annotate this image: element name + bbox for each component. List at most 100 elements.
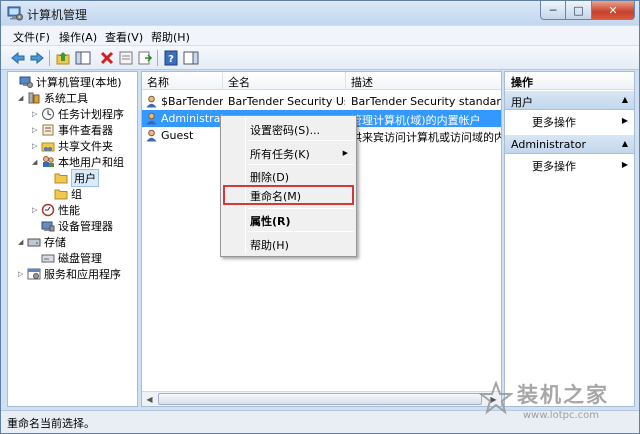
toolbar: ? (1, 46, 639, 70)
minimize-button[interactable]: ─ (540, 1, 566, 20)
collapse-arrow-icon[interactable]: ◢ (32, 158, 41, 166)
tree-item-services-applications[interactable]: ▷ 服务和应用程序 (18, 266, 121, 282)
users-group-icon (43, 156, 54, 167)
column-divider[interactable] (345, 72, 346, 90)
maximize-button[interactable]: □ (566, 1, 592, 20)
expand-arrow-icon[interactable]: ▷ (32, 110, 41, 118)
rename-highlight-box (223, 185, 354, 205)
tree-label: 性能 (58, 204, 80, 217)
export-list-icon[interactable] (136, 49, 154, 67)
column-divider[interactable] (222, 72, 223, 90)
menu-action[interactable]: 操作(A) (59, 29, 97, 45)
collapse-arrow-icon[interactable]: ◢ (18, 238, 27, 246)
collapse-arrow-icon[interactable]: ◢ (18, 94, 27, 102)
computer-management-icon (7, 6, 23, 21)
close-button[interactable]: ✕ (592, 1, 635, 20)
tree-item-computer-management[interactable]: 计算机管理(本地) (10, 74, 122, 90)
column-header-name[interactable]: 名称 (147, 74, 169, 90)
tree-label: 设备管理器 (58, 220, 113, 233)
watermark: 装机之家 www.lotpc.com (477, 377, 637, 433)
disk-icon (41, 254, 55, 263)
tree-item-storage[interactable]: ◢ 存储 (18, 234, 66, 250)
show-hide-action-pane-icon[interactable] (182, 49, 200, 67)
menu-item-delete[interactable]: 删除(D) (250, 169, 289, 185)
event-viewer-icon (42, 124, 54, 136)
device-manager-icon (41, 221, 55, 232)
tree-item-shared-folders[interactable]: ▷ 共享文件夹 (32, 138, 113, 154)
row-description: 管理计算机(域)的内置帐户 (351, 114, 481, 127)
more-actions-users[interactable]: 更多操作 (532, 114, 576, 130)
menu-item-help[interactable]: 帮助(H) (250, 237, 289, 253)
window-controls: ─ □ ✕ (540, 1, 635, 20)
collapse-section-icon[interactable]: ▲ (622, 95, 628, 104)
tree-item-device-manager[interactable]: 设备管理器 (41, 218, 113, 234)
expand-arrow-icon[interactable]: ▷ (32, 126, 41, 134)
tree-item-task-scheduler[interactable]: ▷ 任务计划程序 (32, 106, 124, 122)
menu-bar: 文件(F) 操作(A) 查看(V) 帮助(H) (1, 26, 639, 46)
tree-item-system-tools[interactable]: ◢ 系统工具 (18, 90, 88, 106)
menu-item-all-tasks[interactable]: 所有任务(K) (250, 146, 310, 162)
properties-icon[interactable] (117, 49, 135, 67)
performance-icon (41, 203, 55, 217)
actions-section-users[interactable]: 用户 ▲ (505, 91, 634, 110)
menu-view[interactable]: 查看(V) (105, 29, 143, 45)
user-icon (146, 112, 157, 125)
forward-arrow-icon[interactable] (28, 49, 46, 67)
tree-label: 存储 (44, 236, 66, 249)
actions-header: 操作 (505, 72, 634, 90)
scroll-thumb[interactable] (158, 393, 482, 405)
column-header-description[interactable]: 描述 (351, 74, 373, 90)
row-description: BarTender Security standard u... (351, 95, 501, 108)
tree-item-local-users-groups[interactable]: ◢ 本地用户和组 (32, 154, 124, 170)
tree-item-groups[interactable]: 组 (54, 186, 82, 202)
menu-separator (248, 164, 354, 165)
back-arrow-icon[interactable] (9, 49, 27, 67)
menu-separator (248, 140, 354, 141)
tree-label: 组 (71, 188, 82, 201)
console-tree: 计算机管理(本地) ◢ 系统工具 ▷ 任务计划程序 ▷ 事件查看器 ▷ 共享文件… (7, 71, 138, 407)
toolbar-separator (49, 50, 50, 66)
watermark-url: www.lotpc.com (523, 410, 599, 421)
row-description: 供来宾访问计算机或访问域的内... (351, 131, 501, 144)
tree-item-performance[interactable]: ▷ 性能 (32, 202, 80, 218)
tree-label: 计算机管理(本地) (36, 76, 122, 89)
expand-arrow-icon[interactable]: ▷ (18, 270, 27, 278)
menu-separator (248, 208, 354, 209)
expand-arrow-icon[interactable]: ▷ (32, 206, 41, 214)
menu-file[interactable]: 文件(F) (13, 29, 50, 45)
expand-arrow-icon[interactable]: ▷ (32, 142, 41, 150)
user-icon (146, 95, 157, 108)
watermark-title: 装机之家 (517, 383, 609, 407)
tree-label: 系统工具 (44, 92, 88, 105)
folder-icon (54, 189, 68, 200)
submenu-arrow-icon: ▶ (621, 116, 628, 125)
tree-item-event-viewer[interactable]: ▷ 事件查看器 (32, 122, 113, 138)
title-bar[interactable]: 计算机管理 ─ □ ✕ (1, 1, 639, 25)
collapse-section-icon[interactable]: ▲ (622, 139, 628, 148)
menu-item-set-password[interactable]: 设置密码(S)... (250, 122, 320, 138)
help-icon[interactable]: ? (162, 49, 180, 67)
clock-icon (42, 108, 54, 120)
tree-label: 共享文件夹 (58, 140, 113, 153)
show-hide-tree-icon[interactable] (74, 49, 92, 67)
up-folder-icon[interactable] (54, 49, 72, 67)
menu-item-properties[interactable]: 属性(R) (250, 213, 291, 229)
folder-icon (54, 173, 68, 184)
svg-text:?: ? (168, 54, 174, 65)
menu-help[interactable]: 帮助(H) (151, 29, 190, 45)
menu-separator (248, 231, 354, 232)
tree-label: 任务计划程序 (58, 108, 124, 121)
horizontal-scrollbar[interactable]: ◀ ▶ (142, 391, 501, 406)
computer-management-window: 计算机管理 ─ □ ✕ 文件(F) 操作(A) 查看(V) 帮助(H) ? 计算… (0, 0, 640, 434)
column-header-fullname[interactable]: 全名 (228, 74, 250, 90)
delete-icon[interactable] (98, 49, 116, 67)
table-row[interactable]: $BarTender... BarTender Security Us... B… (142, 93, 501, 110)
scroll-left-icon[interactable]: ◀ (142, 393, 157, 406)
actions-section-administrator[interactable]: Administrator ▲ (505, 135, 634, 154)
more-actions-administrator[interactable]: 更多操作 (532, 158, 576, 174)
submenu-arrow-icon: ▶ (342, 149, 348, 157)
tree-item-disk-management[interactable]: 磁盘管理 (32, 250, 102, 266)
actions-pane: 操作 用户 ▲ 更多操作 ▶ Administrator ▲ 更多操作 ▶ (504, 71, 635, 407)
tree-item-users[interactable]: 用户 (54, 169, 99, 187)
user-icon (146, 129, 157, 142)
